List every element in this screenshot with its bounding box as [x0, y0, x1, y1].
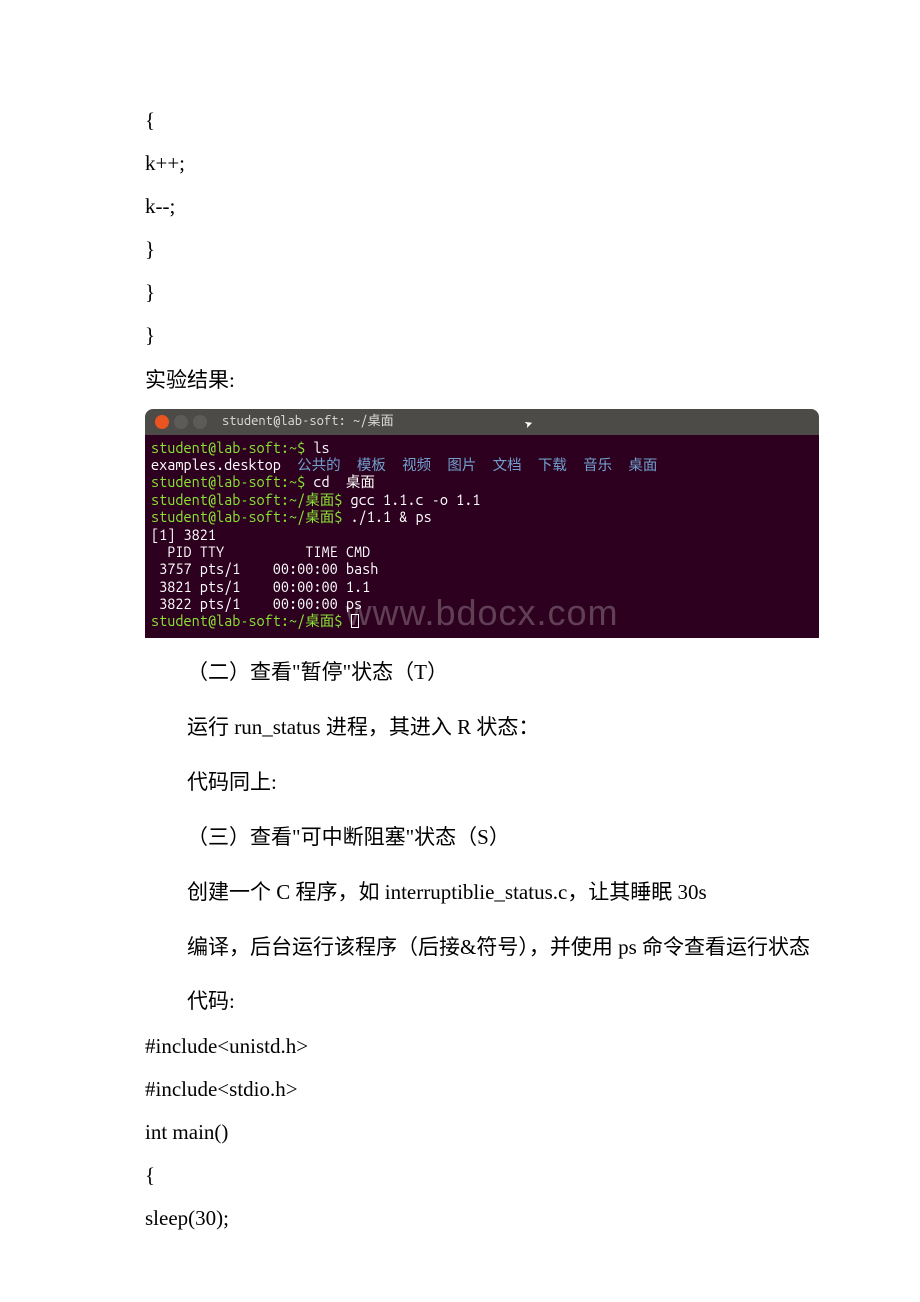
code-line: {	[105, 1155, 815, 1196]
code-line: k--;	[105, 186, 815, 227]
text: 编译，后台运行该程序（后接&符号），并使用	[187, 935, 618, 959]
code-text: ps	[618, 935, 637, 959]
terminal-body: student@lab-soft:~$ ls examples.desktop …	[145, 435, 819, 638]
code-line: sleep(30);	[105, 1198, 815, 1239]
term-cmd: ls	[305, 439, 329, 456]
term-output: examples.desktop	[151, 456, 297, 473]
term-cmd: gcc 1.1.c -o 1.1	[342, 491, 480, 508]
cursor-box-icon	[351, 614, 359, 628]
text: 运行	[187, 715, 234, 739]
term-prompt: student@lab-soft:~$	[151, 473, 305, 490]
terminal-window: student@lab-soft: ~/桌面 ➤ student@lab-sof…	[145, 409, 819, 638]
text: 创建一个 C 程序，如	[187, 880, 385, 904]
code-line: }	[105, 315, 815, 356]
term-output: [1] 3821	[151, 526, 216, 543]
maximize-icon	[193, 415, 207, 429]
body-paragraph: 代码同上:	[105, 762, 815, 803]
code-text: run_status	[234, 715, 320, 739]
section-2-title: （二）查看"暂停"状态（T）	[105, 652, 815, 693]
term-cmd: cd 桌面	[305, 473, 375, 490]
text: 进程，其进入 R 状态：	[321, 715, 540, 739]
term-prompt: student@lab-soft:~$	[151, 439, 305, 456]
term-prompt: student@lab-soft:~/桌面$	[151, 508, 342, 525]
term-output: 3821 pts/1 00:00:00 1.1	[151, 578, 370, 595]
term-output: 3757 pts/1 00:00:00 bash	[151, 560, 378, 577]
code-line: {	[105, 100, 815, 141]
term-cmd	[342, 612, 350, 629]
watermark-text: www.bdocx.com	[345, 591, 618, 634]
result-label: 实验结果:	[105, 360, 815, 401]
body-paragraph: 运行 run_status 进程，其进入 R 状态：	[105, 707, 815, 748]
terminal-titlebar: student@lab-soft: ~/桌面 ➤	[145, 409, 819, 435]
close-icon	[155, 415, 169, 429]
code-line: }	[105, 229, 815, 270]
code-text: interruptiblie_status.c	[385, 880, 568, 904]
minimize-icon	[174, 415, 188, 429]
term-prompt: student@lab-soft:~/桌面$	[151, 612, 342, 629]
code-line: #include<stdio.h>	[105, 1069, 815, 1110]
term-output: PID TTY TIME CMD	[151, 543, 370, 560]
body-paragraph: 编译，后台运行该程序（后接&符号），并使用 ps 命令查看运行状态	[105, 927, 815, 968]
code-line: k++;	[105, 143, 815, 184]
term-prompt: student@lab-soft:~/桌面$	[151, 491, 342, 508]
term-output: 3822 pts/1 00:00:00 ps	[151, 595, 362, 612]
text: ，让其睡眠 30s	[567, 880, 706, 904]
section-3-title: （三）查看"可中断阻塞"状态（S）	[105, 817, 815, 858]
body-paragraph: 创建一个 C 程序，如 interruptiblie_status.c，让其睡眠…	[105, 872, 815, 913]
term-cmd: ./1.1 & ps	[342, 508, 431, 525]
code-line: }	[105, 272, 815, 313]
text: 命令查看运行状态	[637, 935, 810, 959]
code-line: #include<unistd.h>	[105, 1026, 815, 1067]
term-output-dirs: 公共的 模板 视频 图片 文档 下载 音乐 桌面	[297, 456, 657, 473]
body-paragraph: 代码:	[105, 981, 815, 1022]
code-line: int main()	[105, 1112, 815, 1153]
terminal-title: student@lab-soft: ~/桌面	[222, 409, 394, 434]
